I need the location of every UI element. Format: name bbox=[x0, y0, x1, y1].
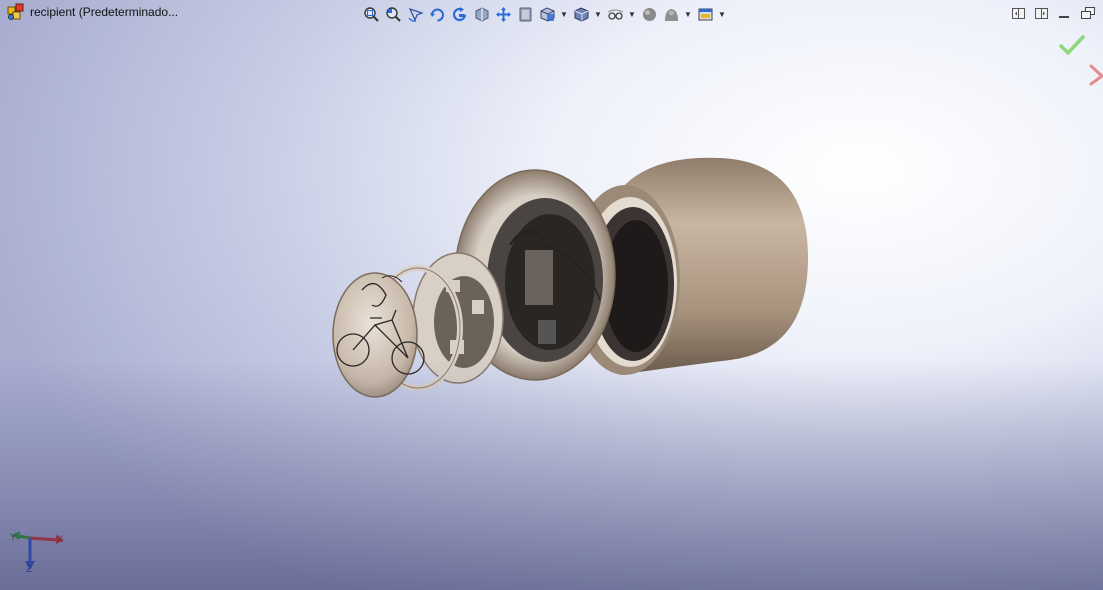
reference-triad: Y X Z bbox=[6, 528, 68, 576]
graphics-viewport[interactable]: recipient (Predeterminado... ▼ ▼ ▼ ▼ ▼ Y… bbox=[0, 0, 1103, 590]
3d-drawing-view-icon[interactable] bbox=[516, 5, 534, 23]
cancel-x-icon[interactable] bbox=[1089, 64, 1103, 86]
rotate-about-icon[interactable] bbox=[450, 5, 468, 23]
view-orientation-icon[interactable] bbox=[538, 5, 556, 23]
minimize-icon[interactable] bbox=[1057, 6, 1072, 20]
rotate-view-icon[interactable] bbox=[428, 5, 446, 23]
edit-appearance-icon[interactable] bbox=[640, 5, 658, 23]
previous-view-icon[interactable] bbox=[406, 5, 424, 23]
accept-checkmark-icon[interactable] bbox=[1059, 34, 1085, 56]
apply-scene-dropdown-icon[interactable]: ▼ bbox=[684, 5, 692, 23]
pan-icon[interactable] bbox=[494, 5, 512, 23]
view-settings-dropdown-icon[interactable]: ▼ bbox=[718, 5, 726, 23]
split-horizontal-icon[interactable] bbox=[1034, 6, 1049, 20]
display-style-icon[interactable] bbox=[572, 5, 590, 23]
triad-y-label: Y bbox=[10, 532, 17, 542]
restore-icon[interactable] bbox=[1080, 6, 1095, 20]
document-title: recipient (Predeterminado... bbox=[30, 5, 179, 19]
zoom-to-fit-icon[interactable] bbox=[362, 5, 380, 23]
view-settings-icon[interactable] bbox=[696, 5, 714, 23]
exploded-assembly-model[interactable] bbox=[320, 150, 820, 410]
viewport-window-controls bbox=[1011, 6, 1095, 20]
hide-show-items-icon[interactable] bbox=[606, 5, 624, 23]
hide-show-dropdown-icon[interactable]: ▼ bbox=[628, 5, 636, 23]
triad-x-label: X bbox=[57, 534, 64, 544]
document-title-bar: recipient (Predeterminado... bbox=[0, 0, 178, 24]
section-view-icon[interactable] bbox=[472, 5, 490, 23]
display-style-dropdown-icon[interactable]: ▼ bbox=[594, 5, 602, 23]
heads-up-view-toolbar: ▼ ▼ ▼ ▼ ▼ bbox=[362, 4, 726, 24]
part-document-icon bbox=[7, 3, 25, 21]
apply-scene-icon[interactable] bbox=[662, 5, 680, 23]
zoom-to-area-icon[interactable] bbox=[384, 5, 402, 23]
split-vertical-icon[interactable] bbox=[1011, 6, 1026, 20]
view-orientation-dropdown-icon[interactable]: ▼ bbox=[560, 5, 568, 23]
triad-z-label: Z bbox=[26, 564, 33, 575]
